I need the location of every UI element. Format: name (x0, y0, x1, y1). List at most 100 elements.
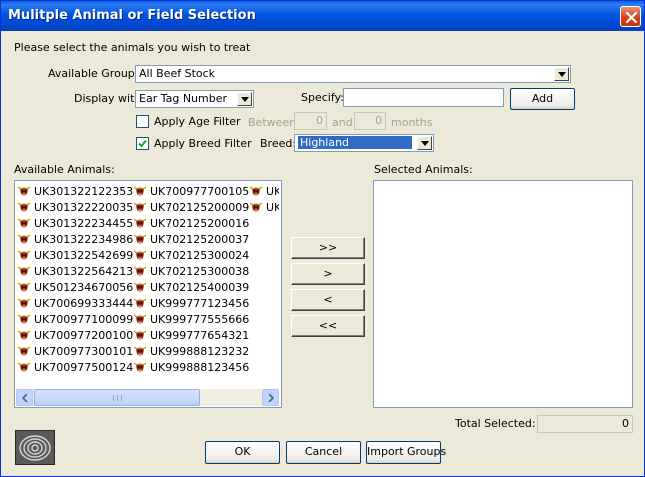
age-filter-label: Apply Age Filter (154, 115, 241, 128)
instruction-text: Please select the animals you wish to tr… (14, 41, 251, 54)
list-item[interactable]: UK702125200009 (133, 199, 249, 215)
list-item[interactable]: UK700977300101 (17, 343, 133, 359)
scrollbar-thumb[interactable] (34, 389, 200, 406)
list-item[interactable]: UK999888123232 (133, 343, 249, 359)
specify-label: Specify: (301, 91, 344, 104)
animal-tag: UK301322234986 (34, 232, 133, 246)
animal-tag: UK702125200016 (150, 216, 249, 230)
age-to-input[interactable]: 0 (354, 112, 386, 130)
breed-filter-checkbox[interactable] (136, 137, 149, 150)
list-item[interactable]: UK (249, 199, 279, 215)
groups-dropdown-arrow[interactable] (554, 67, 569, 81)
list-item[interactable]: UK999777654321 (133, 327, 249, 343)
cow-head-icon (133, 346, 147, 356)
specify-input[interactable] (343, 88, 504, 107)
list-item[interactable]: UK702125200037 (133, 231, 249, 247)
scroll-left-button[interactable] (16, 389, 33, 406)
animal-tag: UK999888123232 (150, 344, 249, 358)
cow-head-icon (17, 298, 31, 308)
list-item[interactable]: UK999888123456 (133, 359, 249, 375)
available-label: Available Animals: (14, 163, 115, 176)
import-groups-button[interactable]: Import Groups (366, 441, 446, 464)
cow-head-icon (133, 298, 147, 308)
cow-head-icon (17, 218, 31, 228)
animal-tag: UK999777654321 (150, 328, 249, 342)
cow-head-icon (133, 330, 147, 340)
fingerprint-logo (15, 430, 55, 465)
animal-tag: UK301322564213 (34, 264, 133, 278)
add-all-button[interactable]: >> (291, 237, 365, 259)
chevron-left-icon (22, 394, 28, 402)
ok-button[interactable]: OK (205, 441, 280, 464)
age-from-input[interactable]: 0 (294, 112, 327, 130)
remove-all-button[interactable]: << (291, 315, 365, 337)
add-button[interactable]: Add (510, 88, 575, 110)
list-item[interactable]: UK700977500124 (17, 359, 133, 375)
breed-label: Breed: (260, 137, 297, 150)
dialog-window: Mulitple Animal or Field Selection Pleas… (0, 0, 645, 477)
animal-tag: UK702125300024 (150, 248, 249, 262)
list-item[interactable]: UK999777555666 (133, 311, 249, 327)
list-item[interactable]: UK301322122353 (17, 183, 133, 199)
cancel-button[interactable]: Cancel (286, 441, 361, 464)
animal-tag: UK702125200037 (150, 232, 249, 246)
list-item[interactable]: UK702125300038 (133, 263, 249, 279)
list-item[interactable]: UK301322234455 (17, 215, 133, 231)
list-item[interactable]: UK999777123456 (133, 295, 249, 311)
list-item[interactable]: UK700977200100 (17, 327, 133, 343)
list-item[interactable]: UK702125400039 (133, 279, 249, 295)
list-item[interactable]: UK301322564213 (17, 263, 133, 279)
cow-head-icon (133, 186, 147, 196)
animal-tag: UK702125400039 (150, 280, 249, 294)
cow-head-icon (17, 282, 31, 292)
animal-tag: UK700977500124 (34, 360, 133, 374)
list-item[interactable]: UK301322220035 (17, 199, 133, 215)
age-filter-checkbox[interactable] (136, 115, 149, 128)
horizontal-scrollbar[interactable] (16, 389, 279, 406)
remove-button[interactable]: < (291, 289, 365, 311)
list-item[interactable]: UK702125300024 (133, 247, 249, 263)
list-item[interactable]: UK702125200016 (133, 215, 249, 231)
list-item[interactable]: UK700699333444 (17, 295, 133, 311)
cow-head-icon (133, 234, 147, 244)
list-item[interactable]: UK (249, 183, 279, 199)
animal-tag: UK700977200100 (34, 328, 133, 342)
between-label: Between (248, 116, 297, 129)
cow-head-icon (17, 362, 31, 372)
animal-tag: UK700977300101 (34, 344, 133, 358)
display-dropdown[interactable]: Ear Tag Number (135, 90, 254, 108)
cow-head-icon (17, 266, 31, 276)
list-item[interactable]: UK501234670056 (17, 279, 133, 295)
and-label: and (332, 116, 353, 129)
groups-value: All Beef Stock (139, 67, 216, 80)
breed-filter-label: Apply Breed Filter (154, 137, 252, 150)
list-item[interactable]: UK700977100099 (17, 311, 133, 327)
chevron-down-icon (558, 72, 566, 77)
add-button-move[interactable]: > (291, 263, 365, 285)
list-item[interactable]: UK700977700105 (133, 183, 249, 199)
list-item[interactable]: UK301322542699 (17, 247, 133, 263)
cow-head-icon (17, 202, 31, 212)
total-value: 0 (537, 415, 633, 433)
scroll-grip-icon (113, 395, 122, 401)
cow-head-icon (133, 250, 147, 260)
cow-head-icon (249, 202, 263, 212)
animal-tag: UK999888123456 (150, 360, 249, 374)
breed-dropdown[interactable]: Highland (294, 134, 434, 152)
groups-dropdown[interactable]: All Beef Stock (135, 65, 571, 83)
checkmark-icon (138, 139, 147, 148)
close-button[interactable] (620, 6, 641, 27)
scroll-right-button[interactable] (262, 389, 279, 406)
animal-grid: UK301322122353 UK301322220035 UK3013222344… (17, 183, 279, 378)
list-item[interactable]: UK301322234986 (17, 231, 133, 247)
title-bar[interactable]: Mulitple Animal or Field Selection (1, 1, 644, 31)
animal-tag: UK700977700105 (150, 184, 249, 198)
fingerprint-icon (19, 435, 51, 461)
cow-head-icon (17, 330, 31, 340)
selected-animals-list[interactable] (373, 180, 633, 408)
breed-value: Highland (298, 136, 412, 149)
window-title: Mulitple Animal or Field Selection (8, 8, 256, 23)
breed-dropdown-arrow[interactable] (417, 136, 432, 150)
available-animals-list[interactable]: UK301322122353 UK301322220035 UK3013222344… (14, 180, 282, 408)
display-dropdown-arrow[interactable] (237, 92, 252, 106)
